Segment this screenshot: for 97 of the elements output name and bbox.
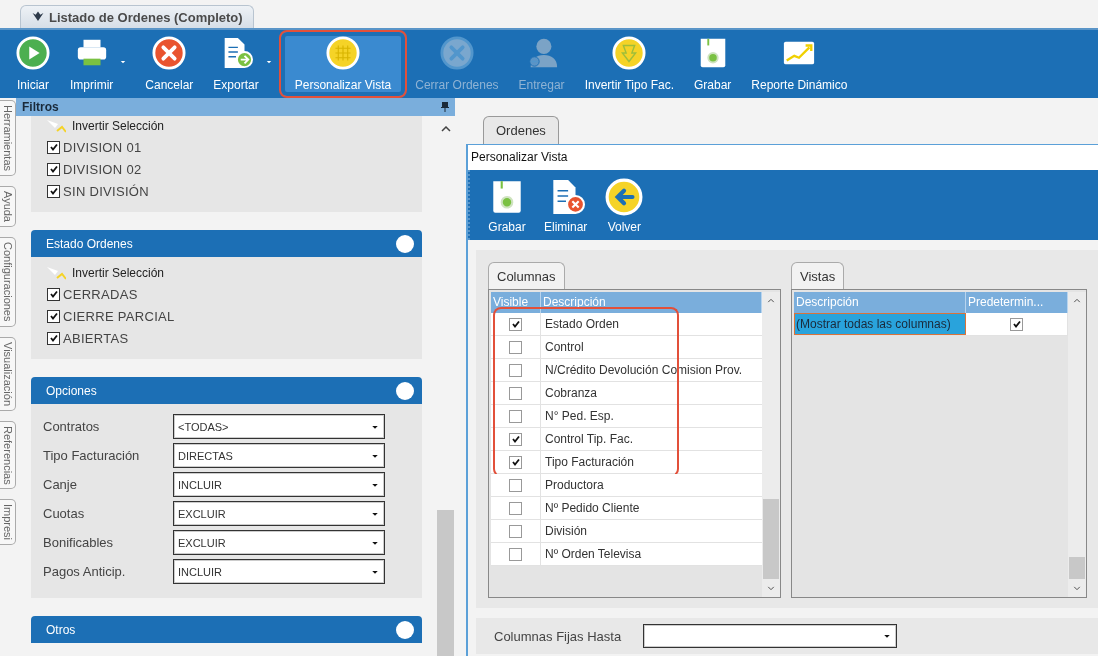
- checkbox[interactable]: [509, 432, 522, 446]
- table-cell-text: Productora: [544, 477, 605, 494]
- dropdown-field[interactable]: EXCLUIR: [173, 501, 385, 526]
- table-cell-text: Nº Orden Televisa: [544, 546, 643, 563]
- checkbox[interactable]: [47, 331, 60, 345]
- checkbox[interactable]: [509, 478, 522, 492]
- cancel-icon: [152, 36, 187, 70]
- field-label: Cuotas: [43, 506, 86, 521]
- invert-selection-link[interactable]: Invertir Selección: [72, 119, 165, 133]
- checkbox[interactable]: [47, 162, 60, 176]
- side-tab[interactable]: Herramientas: [0, 100, 16, 177]
- scroll-thumb[interactable]: [437, 510, 454, 656]
- checkbox[interactable]: [1010, 317, 1023, 331]
- field-label: Canje: [43, 477, 78, 492]
- side-tab[interactable]: Referencias: [0, 420, 16, 490]
- checkbox[interactable]: [509, 340, 522, 354]
- group-header[interactable]: Estado Ordenes: [31, 230, 422, 257]
- group-title: Otros: [46, 622, 76, 637]
- collapse-icon[interactable]: [396, 234, 414, 253]
- toolbar-button[interactable]: Iniciar: [8, 30, 58, 98]
- invert-icon: [612, 36, 647, 70]
- scrollbar[interactable]: [1068, 292, 1086, 597]
- tab[interactable]: Vistas: [791, 262, 845, 289]
- dropdown-field[interactable]: [643, 624, 898, 648]
- cursor-icon: [47, 119, 66, 133]
- checkbox-label: SIN DIVISIÓN: [63, 183, 149, 199]
- field-label: Contratos: [43, 419, 101, 434]
- document-tab[interactable]: Listado de Ordenes (Completo): [20, 5, 254, 28]
- table-cell-text: Tipo Facturación: [544, 454, 635, 471]
- group-title: Opciones: [46, 383, 97, 398]
- group-header[interactable]: Opciones: [31, 377, 422, 404]
- side-tab[interactable]: Ayuda: [0, 186, 16, 228]
- checkbox-label: CIERRE PARCIAL: [63, 308, 175, 324]
- grid-icon: [325, 36, 360, 70]
- toolbar-button[interactable]: Imprimir: [62, 30, 134, 98]
- table-cell-text: Nº Pedido Cliente: [544, 500, 641, 517]
- field-label: Pagos Anticip.: [43, 564, 127, 579]
- toolbar-button[interactable]: Exportar: [205, 30, 279, 98]
- toolbar-button[interactable]: Reporte Dinámico: [743, 30, 856, 98]
- group-title: Estado Ordenes: [46, 236, 133, 251]
- side-tab[interactable]: Impresi: [0, 499, 16, 546]
- dropdown-field[interactable]: <TODAS>: [173, 414, 385, 439]
- dropdown-field[interactable]: INCLUIR: [173, 472, 385, 497]
- checkbox[interactable]: [509, 363, 522, 377]
- play-icon: [16, 36, 50, 70]
- checkbox[interactable]: [509, 386, 522, 400]
- checkbox-label: DIVISION 02: [63, 161, 142, 177]
- checkbox-label: DIVISION 01: [63, 139, 142, 155]
- scroll-thumb[interactable]: [763, 499, 779, 579]
- field-label: Columnas Fijas Hasta: [494, 628, 622, 644]
- checkbox[interactable]: [47, 140, 60, 154]
- panel-title: Filtros: [22, 100, 59, 114]
- table-cell-text: Cobranza: [544, 385, 599, 402]
- group-header[interactable]: Otros: [31, 616, 422, 643]
- dropdown-field[interactable]: DIRECTAS: [173, 443, 385, 468]
- checkbox[interactable]: [509, 409, 522, 423]
- field-label: Bonificables: [43, 535, 115, 550]
- cancel-icon: [439, 36, 474, 70]
- toolbar-button[interactable]: Volver: [599, 172, 650, 240]
- collapse-icon[interactable]: [396, 620, 414, 639]
- scroll-thumb[interactable]: [1069, 557, 1085, 579]
- checkbox[interactable]: [509, 547, 522, 561]
- table-cell-text: División: [544, 523, 588, 540]
- toolbar-button[interactable]: Personalizar Vista: [278, 30, 408, 98]
- checkbox[interactable]: [509, 455, 522, 469]
- toolbar-button[interactable]: Grabar: [482, 172, 532, 240]
- tab[interactable]: Columnas: [488, 262, 565, 289]
- panel-title: Personalizar Vista: [468, 145, 1098, 170]
- dropdown-field[interactable]: INCLUIR: [173, 559, 385, 584]
- checkbox[interactable]: [509, 501, 522, 515]
- checkbox[interactable]: [47, 309, 60, 323]
- checkbox[interactable]: [509, 524, 522, 538]
- checkbox-label: ABIERTAS: [63, 330, 129, 346]
- side-tab[interactable]: Configuraciones: [0, 237, 16, 327]
- table-cell-text: Estado Orden: [544, 316, 621, 333]
- checkbox[interactable]: [47, 184, 60, 198]
- dropdown-field[interactable]: EXCLUIR: [173, 530, 385, 555]
- toolbar-button[interactable]: Grabar: [686, 30, 740, 98]
- toolbar-button[interactable]: Invertir Tipo Fac.: [576, 30, 682, 98]
- collapse-icon[interactable]: [396, 381, 414, 400]
- toolbar-button[interactable]: Cancelar: [137, 30, 202, 98]
- table-cell-text: Control: [544, 339, 585, 356]
- table-cell[interactable]: (Mostrar todas las columnas): [794, 313, 966, 335]
- scrollbar[interactable]: [762, 292, 780, 597]
- invert-selection-link[interactable]: Invertir Selección: [72, 266, 165, 280]
- tab[interactable]: Ordenes: [483, 116, 559, 144]
- pin-icon[interactable]: [441, 102, 449, 112]
- table-cell-text: Control Tip. Fac.: [544, 431, 635, 448]
- field-label: Tipo Facturación: [43, 448, 141, 463]
- scroll-up-icon[interactable]: [440, 126, 451, 132]
- checkbox[interactable]: [509, 317, 522, 331]
- side-tab[interactable]: Visualización: [0, 336, 16, 411]
- table-cell-text: N° Ped. Esp.: [544, 408, 615, 425]
- checkbox[interactable]: [47, 287, 60, 301]
- cursor-icon: [47, 266, 66, 280]
- checkbox-label: CERRADAS: [63, 286, 138, 302]
- toolbar-button[interactable]: Eliminar: [538, 172, 594, 240]
